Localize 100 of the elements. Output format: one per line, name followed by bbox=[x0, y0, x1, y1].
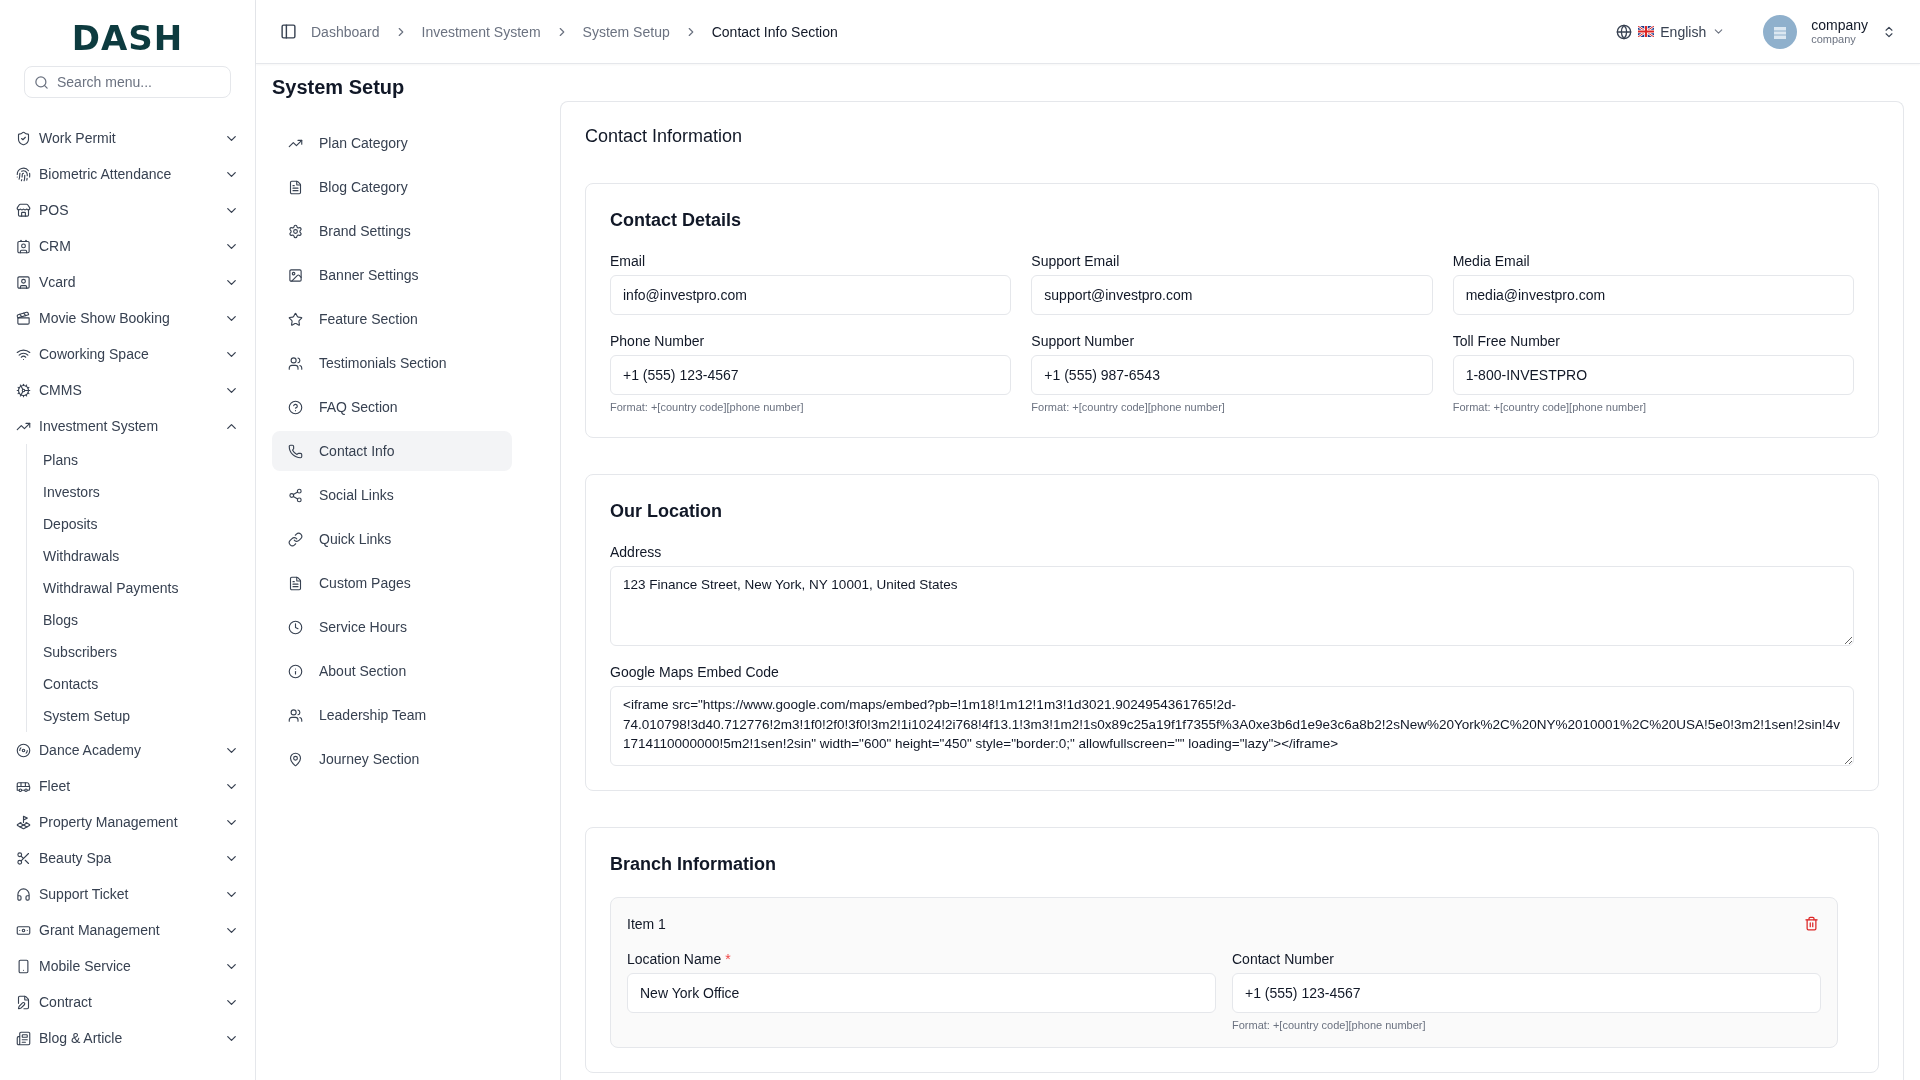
sidebar-item[interactable]: Beauty Spa bbox=[16, 840, 239, 876]
language-selector[interactable]: English bbox=[1616, 23, 1726, 40]
address-field[interactable]: 123 Finance Street, New York, NY 10001, United States bbox=[610, 566, 1854, 646]
field-label: Media Email bbox=[1452, 253, 1530, 269]
field-label: Address bbox=[610, 544, 663, 560]
logo: DASH bbox=[71, 17, 184, 60]
sidebar-item[interactable]: Mobile Service bbox=[16, 948, 239, 984]
help-icon bbox=[288, 399, 303, 415]
delete-button[interactable] bbox=[1802, 914, 1821, 933]
section-title: Branch Information bbox=[610, 854, 777, 875]
sidebar-item[interactable]: POS bbox=[16, 192, 239, 228]
input-field[interactable]: media@investpro.com bbox=[1452, 275, 1854, 315]
required-mark: * bbox=[725, 951, 731, 967]
sidebar-item[interactable]: Contract bbox=[16, 984, 239, 1020]
sidebar-subitem[interactable]: System Setup bbox=[43, 700, 239, 732]
sidebar-subitem[interactable]: Withdrawals bbox=[43, 540, 239, 572]
settings-menu-item[interactable]: FAQ Section bbox=[272, 387, 512, 427]
settings-menu-item[interactable]: Contact Info bbox=[272, 431, 512, 471]
input-field[interactable]: New York Office bbox=[627, 973, 1216, 1013]
headphones-icon bbox=[16, 886, 31, 902]
user-name: company bbox=[1811, 17, 1868, 34]
field-label: Toll Free Number bbox=[1452, 333, 1561, 349]
sidebar-subitem[interactable]: Investors bbox=[43, 476, 239, 508]
sidebar-subitem[interactable]: Blogs bbox=[43, 604, 239, 636]
file-pen-icon bbox=[16, 994, 31, 1010]
format-hint: Format: +[country code][phone number] bbox=[1232, 1019, 1427, 1031]
settings-menu-item[interactable]: Banner Settings bbox=[272, 255, 512, 295]
users-icon bbox=[288, 707, 303, 723]
sidebar-item[interactable]: Investment System bbox=[16, 408, 239, 444]
settings-menu-item[interactable]: Plan Category bbox=[272, 123, 512, 163]
sidebar-subitem[interactable]: Plans bbox=[43, 444, 239, 476]
field-label: Email bbox=[610, 253, 645, 269]
user-card-icon bbox=[16, 274, 31, 290]
sidebar-item[interactable]: Biometric Attendance bbox=[16, 156, 239, 192]
settings-menu-item[interactable]: Service Hours bbox=[272, 607, 512, 647]
breadcrumb[interactable]: Dashboard bbox=[311, 23, 380, 40]
share-icon bbox=[288, 487, 303, 503]
search-icon bbox=[34, 75, 49, 90]
sidebar-item[interactable]: Movie Show Booking bbox=[16, 300, 239, 336]
settings-menu-item[interactable]: Journey Section bbox=[272, 739, 512, 779]
settings-menu-item[interactable]: Testimonials Section bbox=[272, 343, 512, 383]
cog-icon bbox=[16, 382, 31, 398]
contact-card-icon bbox=[16, 238, 31, 254]
link-icon bbox=[288, 531, 303, 547]
sidebar-item[interactable]: Coworking Space bbox=[16, 336, 239, 372]
shield-icon bbox=[16, 130, 31, 146]
section-title: Our Location bbox=[610, 501, 723, 522]
info-icon bbox=[288, 663, 303, 679]
settings-menu-item[interactable]: Brand Settings bbox=[272, 211, 512, 251]
field-label: Location Name bbox=[627, 951, 722, 967]
search-field[interactable]: Search menu... bbox=[24, 66, 231, 98]
breadcrumb[interactable]: Investment System bbox=[421, 23, 541, 40]
newspaper-icon bbox=[16, 1030, 31, 1046]
wifi-icon bbox=[16, 346, 31, 362]
format-hint: Format: +[country code][phone number] bbox=[1452, 401, 1648, 413]
field-label: Support Number bbox=[1031, 333, 1135, 349]
sidebar-item[interactable]: CMMS bbox=[16, 372, 239, 408]
user-role: company bbox=[1811, 33, 1857, 46]
settings-menu-item[interactable]: Quick Links bbox=[272, 519, 512, 559]
sidebar-item[interactable]: Work Permit bbox=[16, 120, 239, 156]
sidebar-item[interactable]: Vcard bbox=[16, 264, 239, 300]
sidebar-subitem[interactable]: Withdrawal Payments bbox=[43, 572, 239, 604]
card-title: Contact Information bbox=[585, 126, 744, 147]
sidebar-item[interactable]: Grant Management bbox=[16, 912, 239, 948]
phone-icon bbox=[288, 443, 303, 459]
page-title: System Setup bbox=[272, 76, 406, 99]
input-field[interactable]: support@investpro.com bbox=[1031, 275, 1433, 315]
field-label: Google Maps Embed Code bbox=[610, 664, 780, 680]
sidebar-subitem[interactable]: Deposits bbox=[43, 508, 239, 540]
clock-icon bbox=[288, 619, 303, 635]
item-title: Item 1 bbox=[627, 915, 666, 932]
disc-icon bbox=[16, 742, 31, 758]
sidebar-item[interactable]: Support Ticket bbox=[16, 876, 239, 912]
input-field[interactable]: 1-800-INVESTPRO bbox=[1452, 355, 1854, 395]
sidebar-subitem[interactable]: Subscribers bbox=[43, 636, 239, 668]
sidebar-subitem[interactable]: Contacts bbox=[43, 668, 239, 700]
input-field[interactable]: +1 (555) 987-6543 bbox=[1031, 355, 1433, 395]
settings-menu-item[interactable]: Social Links bbox=[272, 475, 512, 515]
settings-menu-item[interactable]: Custom Pages bbox=[272, 563, 512, 603]
embed-code-field[interactable]: <iframe src="https://www.google.com/maps/embed?pb=!1m18!1m12!1m3!1d3021.9024954361765!2d-74.010798!3d40.712776!2m3!1f0!2f0!3f0!3m2!1i1024!2i768!4f13.1!3m3!1m2!1s0x89c25a19f1f7355f%3A0xe3b6d1e9e3c6a8b2!2sNew%20York%2C%20NY%2010001%2C%20USA!5e0!3m2!1sen!2sin!4v1714110000000!5m2!1sen!2sin" width="600" height="450" style="border:0;" allowfullscreen="" loading="lazy"></iframe> bbox=[610, 686, 1854, 766]
input-field[interactable]: +1 (555) 123-4567 bbox=[610, 355, 1012, 395]
settings-menu-item[interactable]: About Section bbox=[272, 651, 512, 691]
sidebar-item[interactable]: Fleet bbox=[16, 768, 239, 804]
sidebar-item[interactable]: Property Management bbox=[16, 804, 239, 840]
breadcrumb[interactable]: System Setup bbox=[582, 23, 670, 40]
document-icon bbox=[288, 179, 303, 195]
smartphone-icon bbox=[16, 958, 31, 974]
fingerprint-icon bbox=[16, 166, 31, 182]
field-label: Contact Number bbox=[1232, 951, 1334, 967]
sidebar-item[interactable]: CRM bbox=[16, 228, 239, 264]
field-label: Phone Number bbox=[610, 333, 705, 349]
sidebar-item[interactable]: Dance Academy bbox=[16, 732, 239, 768]
sidebar-item[interactable]: Blog & Article bbox=[16, 1020, 239, 1056]
settings-menu-item[interactable]: Feature Section bbox=[272, 299, 512, 339]
settings-menu-item[interactable]: Leadership Team bbox=[272, 695, 512, 735]
input-field[interactable]: +1 (555) 123-4567 bbox=[1232, 973, 1821, 1013]
breadcrumb: Contact Info Section bbox=[711, 23, 838, 40]
settings-menu-item[interactable]: Blog Category bbox=[272, 167, 512, 207]
input-field[interactable]: info@investpro.com bbox=[610, 275, 1012, 315]
sidebar-toggle-icon[interactable] bbox=[280, 23, 297, 40]
